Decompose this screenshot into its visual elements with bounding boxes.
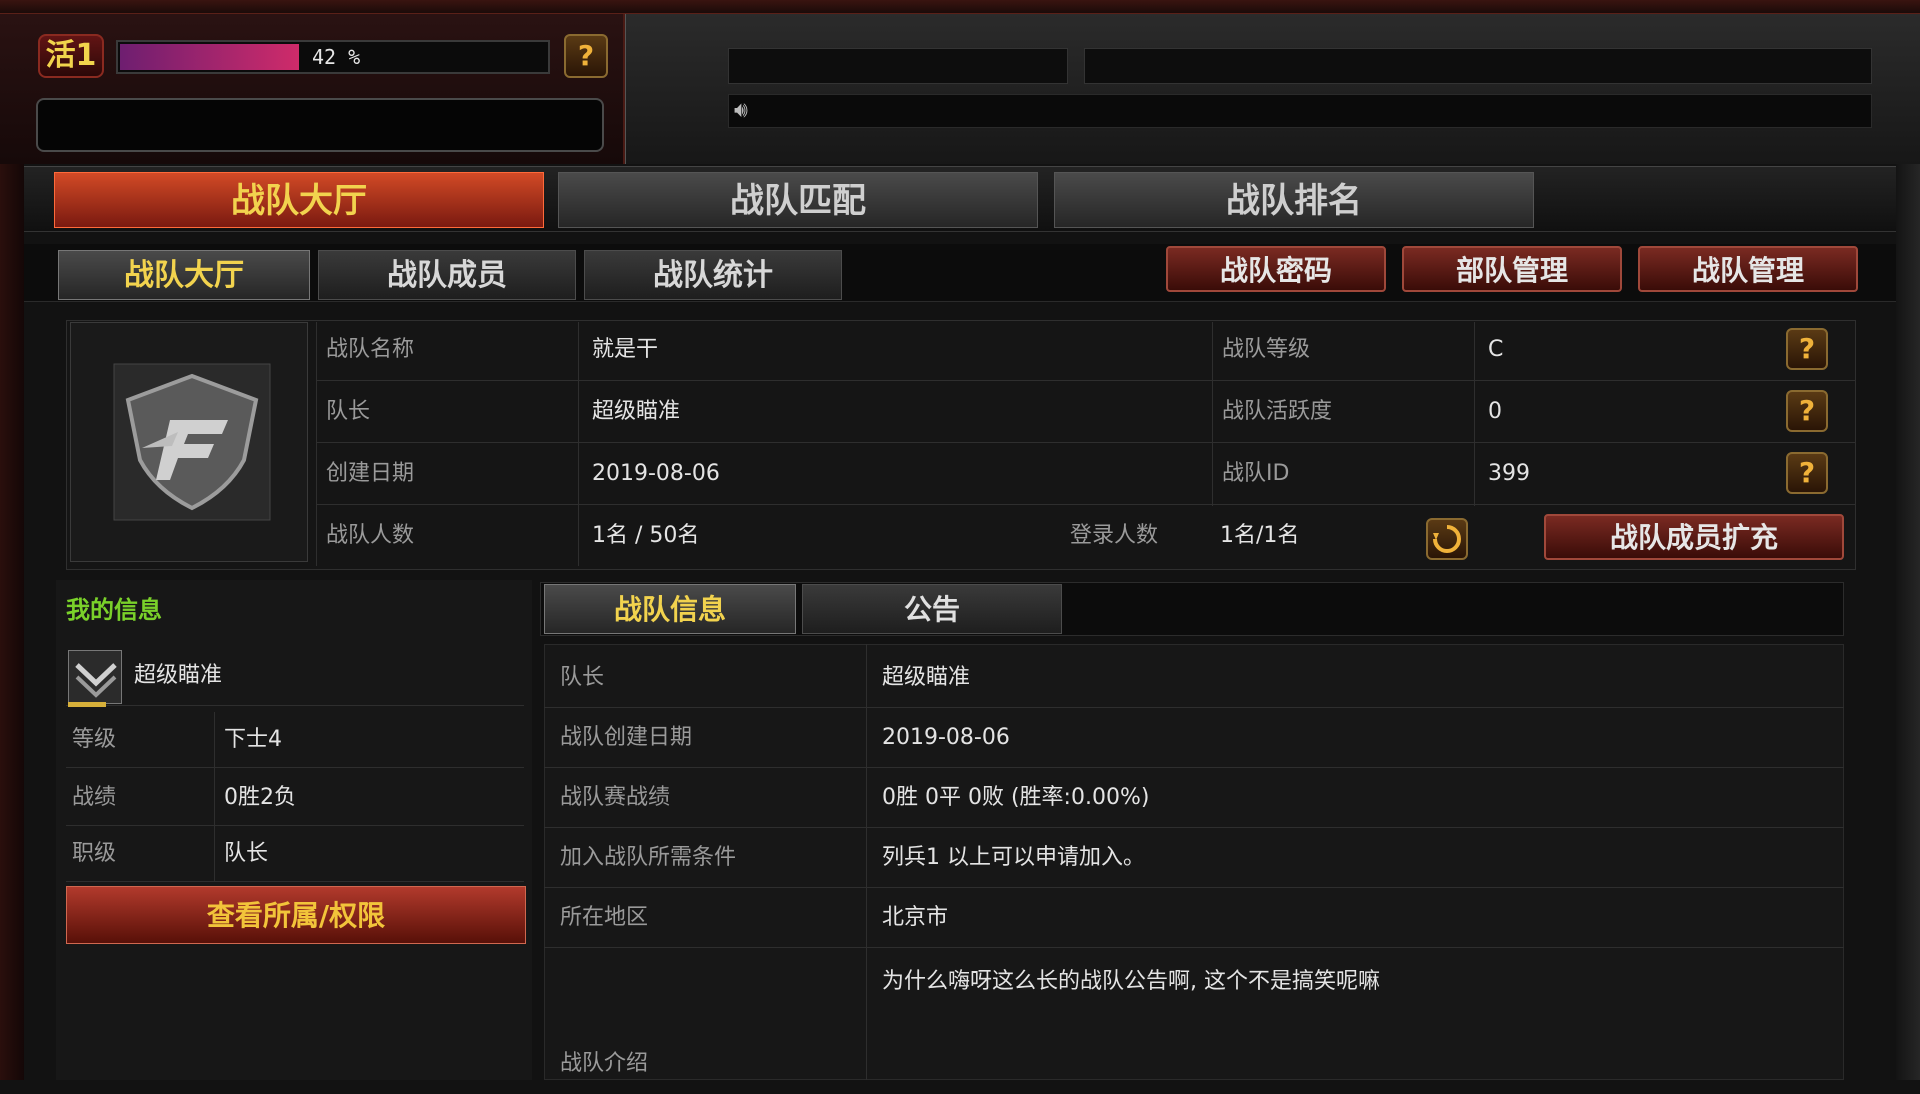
member-count-label: 战队人数: [326, 523, 415, 548]
rank-stripe: [68, 702, 106, 707]
subtab-members[interactable]: 战队成员: [318, 250, 576, 300]
unit-management-button[interactable]: 部队管理: [1402, 246, 1622, 292]
message-bar-right: [1084, 48, 1872, 84]
view-permissions-button[interactable]: 查看所属/权限: [66, 886, 526, 944]
my-rank-value: 队长: [224, 841, 269, 866]
clan-password-button[interactable]: 战队密码: [1166, 246, 1386, 292]
subtab-stats[interactable]: 战队统计: [584, 250, 842, 300]
activity-help-button-2[interactable]: ?: [1786, 390, 1828, 432]
detail-created-value: 2019-08-06: [882, 725, 1010, 750]
detail-requirement-value: 列兵1 以上可以申请加入。: [882, 845, 1145, 870]
detail-leader-label: 队长: [560, 665, 605, 690]
created-date-label: 创建日期: [326, 461, 415, 486]
right-frame: [1896, 164, 1920, 1080]
row-divider: [316, 442, 1856, 443]
tab-clan-info[interactable]: 战队信息: [544, 584, 796, 634]
my-info-title: 我的信息: [66, 596, 162, 624]
clan-name-label: 战队名称: [326, 337, 415, 362]
my-level-value: 下士4: [224, 727, 282, 752]
id-help-button[interactable]: ?: [1786, 452, 1828, 494]
row-divider: [316, 380, 1856, 381]
subtab-lobby[interactable]: 战队大厅: [58, 250, 310, 300]
clan-id-label: 战队ID: [1222, 461, 1290, 486]
clan-activity-label: 战队活跃度: [1222, 399, 1333, 424]
refresh-icon[interactable]: [1426, 518, 1468, 560]
online-count-label: 登录人数: [1070, 523, 1159, 548]
tab-clan-ranking[interactable]: 战队排名: [1054, 172, 1534, 228]
my-name: 超级瞄准: [134, 663, 223, 688]
row-divider: [316, 504, 1856, 505]
detail-region-value: 北京市: [882, 905, 949, 930]
chat-input[interactable]: [36, 98, 604, 152]
detail-requirement-label: 加入战队所需条件: [560, 845, 737, 870]
top-right-panel: [625, 14, 1920, 164]
level-help-button[interactable]: ?: [1786, 328, 1828, 370]
clan-intro-text: 为什么嗨呀这么长的战队公告啊, 这个不是搞笑呢嘛: [882, 969, 1380, 994]
my-level-label: 等级: [72, 727, 117, 752]
clan-leader-label: 队长: [326, 399, 371, 424]
cf-emblem-icon: [113, 363, 271, 521]
speaker-icon[interactable]: 🔊︎: [734, 96, 774, 126]
detail-leader-value: 超级瞄准: [882, 665, 971, 690]
detail-created-label: 战队创建日期: [560, 725, 693, 750]
clan-level-label: 战队等级: [1222, 337, 1311, 362]
message-bar-lower: [728, 94, 1872, 128]
col-divider: [214, 712, 215, 882]
created-date-value: 2019-08-06: [592, 461, 720, 486]
my-record-value: 0胜2负: [224, 785, 296, 810]
detail-record-label: 战队赛战绩: [560, 785, 671, 810]
avatar: [68, 650, 122, 704]
clan-management-button[interactable]: 战队管理: [1638, 246, 1858, 292]
detail-record-value: 0胜 0平 0败 (胜率:0.00%): [882, 785, 1150, 810]
online-count-value: 1名/1名: [1220, 523, 1300, 548]
clan-leader-value: 超级瞄准: [592, 399, 681, 424]
member-count-value: 1名 / 50名: [592, 523, 700, 548]
tab-clan-lobby[interactable]: 战队大厅: [54, 172, 544, 228]
activity-progress-text: 42 %: [312, 45, 361, 69]
activity-progress-fill: [120, 44, 299, 70]
clan-name-value: 就是干: [592, 337, 659, 362]
detail-region-label: 所在地区: [560, 905, 649, 930]
tab-announcement[interactable]: 公告: [802, 584, 1062, 634]
top-strip: [0, 0, 1920, 14]
activity-help-button[interactable]: ?: [564, 34, 608, 78]
clan-activity-value: 0: [1488, 399, 1502, 424]
left-frame: [0, 164, 24, 1080]
my-record-label: 战绩: [72, 785, 117, 810]
message-bar-left: [728, 48, 1068, 84]
expand-members-button[interactable]: 战队成员扩充: [1544, 514, 1844, 560]
clan-level-value: C: [1488, 337, 1504, 362]
activity-badge: 活1: [38, 34, 104, 78]
clan-id-value: 399: [1488, 461, 1530, 486]
clan-intro-label: 战队介绍: [560, 1051, 649, 1076]
tab-clan-match[interactable]: 战队匹配: [558, 172, 1038, 228]
my-rank-label: 职级: [72, 841, 117, 866]
